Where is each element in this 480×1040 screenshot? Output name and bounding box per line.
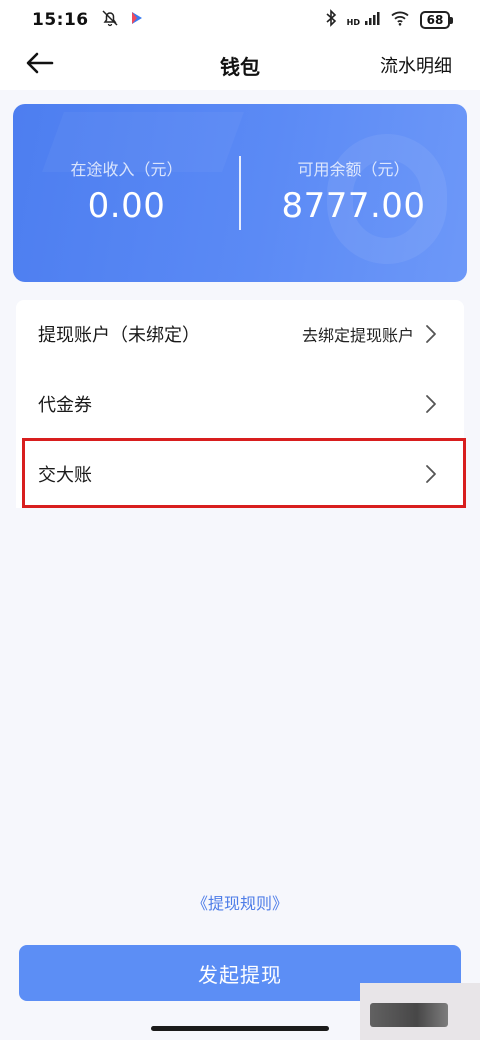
in-transit-label: 在途收入（元） [70, 160, 183, 179]
wifi-icon [390, 10, 410, 31]
bind-account-hint: 去绑定提现账户 [301, 326, 414, 345]
available-balance: 可用余额（元） 8777.00 [240, 156, 467, 226]
menu-item-right [424, 463, 438, 485]
chevron-right-icon [424, 393, 438, 415]
transaction-details-button[interactable]: 流水明细 [380, 52, 452, 78]
withdraw-rules-link[interactable]: 《提现规则》 [0, 890, 480, 914]
chevron-right-icon [424, 463, 438, 485]
signal-icon [364, 10, 380, 31]
menu-item-jiaodazhang[interactable]: 交大账 [16, 440, 464, 508]
arrow-left-icon [26, 52, 54, 78]
status-time: 15:16 [32, 10, 89, 30]
menu-item-right: 去绑定提现账户 [302, 322, 438, 346]
wallet-menu: 提现账户（未绑定） 去绑定提现账户 代金券 交大账 [16, 300, 464, 508]
back-button[interactable] [22, 48, 58, 82]
corner-overlay [360, 983, 480, 1040]
page-title: 钱包 [220, 54, 260, 79]
in-transit-value: 0.00 [87, 186, 166, 226]
menu-item-label: 提现账户（未绑定） [38, 325, 200, 346]
hd-label: HD [346, 17, 360, 27]
play-store-icon [131, 10, 143, 30]
menu-item-vouchers[interactable]: 代金券 [16, 370, 464, 438]
chevron-right-icon [424, 323, 438, 345]
status-left: 15:16 [32, 9, 143, 32]
menu-item-label: 交大账 [38, 465, 92, 486]
home-indicator[interactable] [151, 1026, 329, 1031]
menu-item-right [424, 393, 438, 415]
menu-item-withdraw-account[interactable]: 提现账户（未绑定） 去绑定提现账户 [16, 300, 464, 368]
overlay-blur [370, 1003, 448, 1027]
battery-indicator: 68 [420, 11, 453, 29]
balance-card: 在途收入（元） 0.00 可用余额（元） 8777.00 [13, 104, 467, 282]
in-transit-income: 在途收入（元） 0.00 [13, 156, 240, 226]
nav-bar: 钱包 流水明细 [0, 40, 480, 90]
menu-item-label: 代金券 [38, 395, 92, 416]
status-bar: 15:16 HD 68 [0, 0, 480, 40]
status-right: HD 68 [325, 8, 453, 32]
available-label: 可用余额（元） [297, 160, 410, 179]
available-value: 8777.00 [281, 186, 426, 226]
bluetooth-icon [325, 8, 337, 32]
bell-muted-icon [101, 9, 119, 32]
